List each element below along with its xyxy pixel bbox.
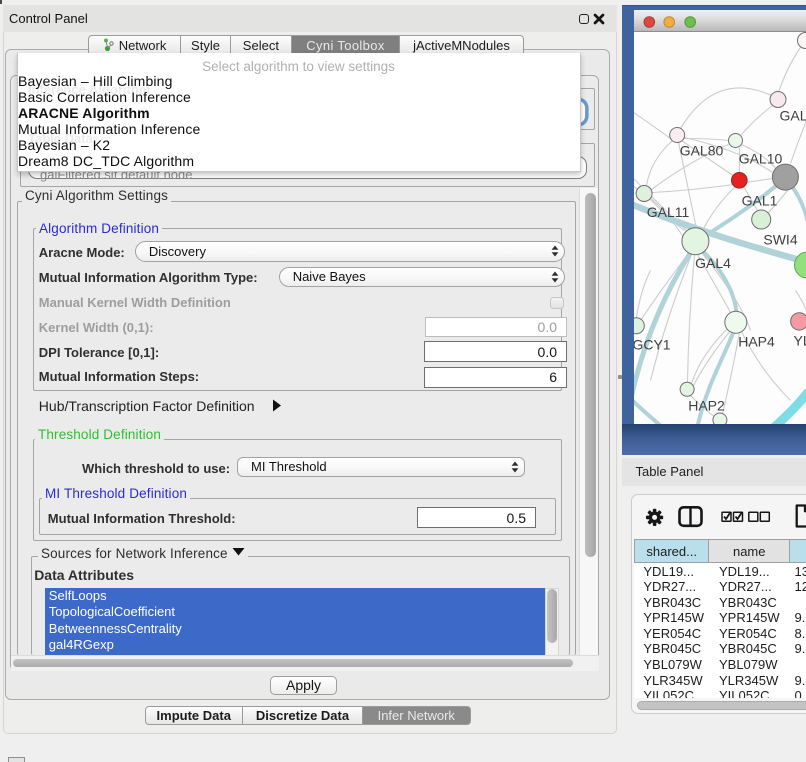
svg-text:GAL11: GAL11 — [646, 204, 689, 220]
svg-text:GAL7: GAL7 — [779, 107, 806, 123]
svg-text:GAL1: GAL1 — [741, 192, 777, 208]
svg-text:HAP4: HAP4 — [738, 333, 775, 349]
svg-text:GAL80: GAL80 — [679, 142, 723, 158]
svg-text:GCY1: GCY1 — [634, 336, 671, 352]
svg-text:SWI4: SWI4 — [763, 231, 797, 247]
svg-text:GAL10: GAL10 — [738, 150, 782, 166]
svg-text:GAL4: GAL4 — [695, 255, 731, 271]
svg-text:HAP2: HAP2 — [688, 397, 725, 413]
svg-text:YL: YL — [793, 332, 806, 348]
